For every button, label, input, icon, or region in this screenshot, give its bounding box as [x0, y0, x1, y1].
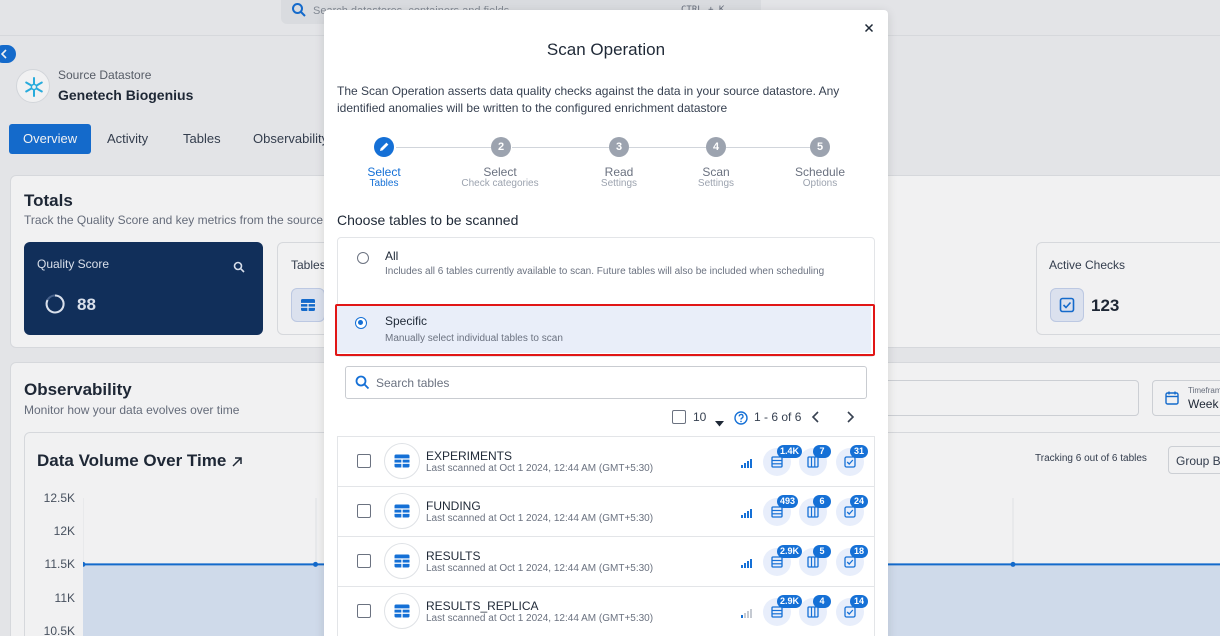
table-name: RESULTS — [426, 549, 481, 563]
records-count: 493 — [777, 495, 799, 508]
records-stat[interactable]: 2.9K — [763, 545, 803, 576]
checks-count: 18 — [850, 545, 868, 558]
all-option-description: Includes all 6 tables currently availabl… — [385, 266, 825, 277]
close-icon[interactable] — [861, 20, 877, 36]
step-4-badge[interactable]: 4 — [706, 137, 726, 157]
row-checkbox[interactable] — [357, 604, 371, 618]
search-tables-input[interactable] — [376, 374, 846, 392]
modal-description: The Scan Operation asserts data quality … — [337, 84, 840, 115]
records-stat[interactable]: 2.9K — [763, 595, 803, 626]
step-1-edit-icon[interactable] — [374, 137, 394, 157]
signal-bar — [750, 509, 752, 518]
table-last-scanned: Last scanned at Oct 1 2024, 12:44 AM (GM… — [426, 513, 654, 524]
checks-count: 14 — [850, 595, 868, 608]
fields-stat[interactable]: 4 — [799, 595, 831, 626]
caret-down-icon[interactable] — [715, 414, 724, 432]
records-count: 1.4K — [777, 445, 803, 458]
signal-bar — [747, 511, 749, 518]
signal-icon — [741, 609, 752, 618]
table-last-scanned: Last scanned at Oct 1 2024, 12:44 AM (GM… — [426, 463, 654, 474]
table-name: FUNDING — [426, 499, 481, 513]
modal-title: Scan Operation — [546, 40, 666, 59]
table-icon — [384, 493, 420, 529]
stepper-connector — [512, 147, 610, 148]
select-all-checkbox[interactable] — [672, 410, 686, 424]
signal-bar — [747, 561, 749, 568]
signal-bar — [744, 563, 746, 568]
table-last-scanned: Last scanned at Oct 1 2024, 12:44 AM (GM… — [426, 563, 654, 574]
fields-count: 7 — [813, 445, 831, 458]
specific-option-highlight — [335, 304, 875, 356]
records-stat[interactable]: 493 — [763, 495, 799, 526]
chevron-right-icon[interactable] — [845, 410, 855, 429]
fields-stat[interactable]: 5 — [799, 545, 831, 576]
fields-count: 4 — [813, 595, 831, 608]
records-count: 2.9K — [777, 545, 803, 558]
table-icon — [384, 543, 420, 579]
signal-icon — [741, 459, 752, 468]
fields-count: 6 — [813, 495, 831, 508]
checks-count: 31 — [850, 445, 868, 458]
search-icon — [355, 375, 370, 390]
signal-bar — [741, 515, 743, 518]
signal-bar — [747, 611, 749, 618]
signal-bar — [744, 613, 746, 618]
table-name: RESULTS_REPLICA — [426, 599, 539, 613]
step-5-title: Schedule — [794, 165, 846, 179]
row-checkbox[interactable] — [357, 454, 371, 468]
fields-count: 5 — [813, 545, 831, 558]
signal-bar — [741, 465, 743, 468]
signal-bar — [744, 513, 746, 518]
step-2-title: Select — [483, 165, 517, 179]
signal-bar — [741, 615, 743, 618]
table-icon — [384, 593, 420, 629]
step-1-subtitle: Tables — [369, 178, 399, 189]
row-checkbox[interactable] — [357, 554, 371, 568]
step-2-subtitle: Check categories — [461, 178, 539, 189]
chevron-left-icon[interactable] — [811, 410, 821, 429]
checks-count: 24 — [850, 495, 868, 508]
help-icon[interactable] — [734, 411, 748, 430]
table-last-scanned: Last scanned at Oct 1 2024, 12:44 AM (GM… — [426, 613, 654, 624]
table-row[interactable]: RESULTS_REPLICA Last scanned at Oct 1 20… — [337, 586, 875, 636]
step-2-badge[interactable]: 2 — [491, 137, 511, 157]
pagination-range: 1 - 6 of 6 — [754, 410, 802, 424]
table-name: EXPERIMENTS — [426, 449, 513, 463]
records-stat[interactable]: 1.4K — [763, 445, 803, 476]
signal-bar — [750, 609, 752, 618]
signal-bar — [741, 565, 743, 568]
step-3-badge[interactable]: 3 — [609, 137, 629, 157]
checks-stat[interactable]: 14 — [836, 595, 868, 626]
stepper-connector — [629, 147, 706, 148]
signal-icon — [741, 509, 752, 518]
signal-bar — [747, 461, 749, 468]
signal-icon — [741, 559, 752, 568]
checks-stat[interactable]: 24 — [836, 495, 868, 526]
row-checkbox[interactable] — [357, 504, 371, 518]
table-row[interactable]: FUNDING Last scanned at Oct 1 2024, 12:4… — [337, 486, 875, 536]
table-row[interactable]: RESULTS Last scanned at Oct 1 2024, 12:4… — [337, 536, 875, 586]
search-tables-field[interactable] — [345, 366, 867, 399]
step-1-title: Select — [367, 165, 401, 179]
stepper-connector — [726, 147, 810, 148]
step-5-subtitle: Options — [802, 178, 838, 189]
table-icon — [384, 443, 420, 479]
all-tables-radio[interactable] — [357, 252, 369, 264]
scan-operation-modal: Scan Operation The Scan Operation assert… — [324, 10, 888, 636]
page-size-value[interactable]: 10 — [693, 410, 706, 424]
stepper-connector — [396, 147, 491, 148]
step-5-badge[interactable]: 5 — [810, 137, 830, 157]
checks-stat[interactable]: 31 — [836, 445, 868, 476]
table-row[interactable]: EXPERIMENTS Last scanned at Oct 1 2024, … — [337, 436, 875, 486]
records-count: 2.9K — [777, 595, 803, 608]
signal-bar — [744, 463, 746, 468]
signal-bar — [750, 459, 752, 468]
all-option-title: All — [385, 249, 399, 263]
signal-bar — [750, 559, 752, 568]
checks-stat[interactable]: 18 — [836, 545, 868, 576]
fields-stat[interactable]: 6 — [799, 495, 831, 526]
fields-stat[interactable]: 7 — [799, 445, 831, 476]
choose-tables-label: Choose tables to be scanned — [337, 212, 519, 228]
